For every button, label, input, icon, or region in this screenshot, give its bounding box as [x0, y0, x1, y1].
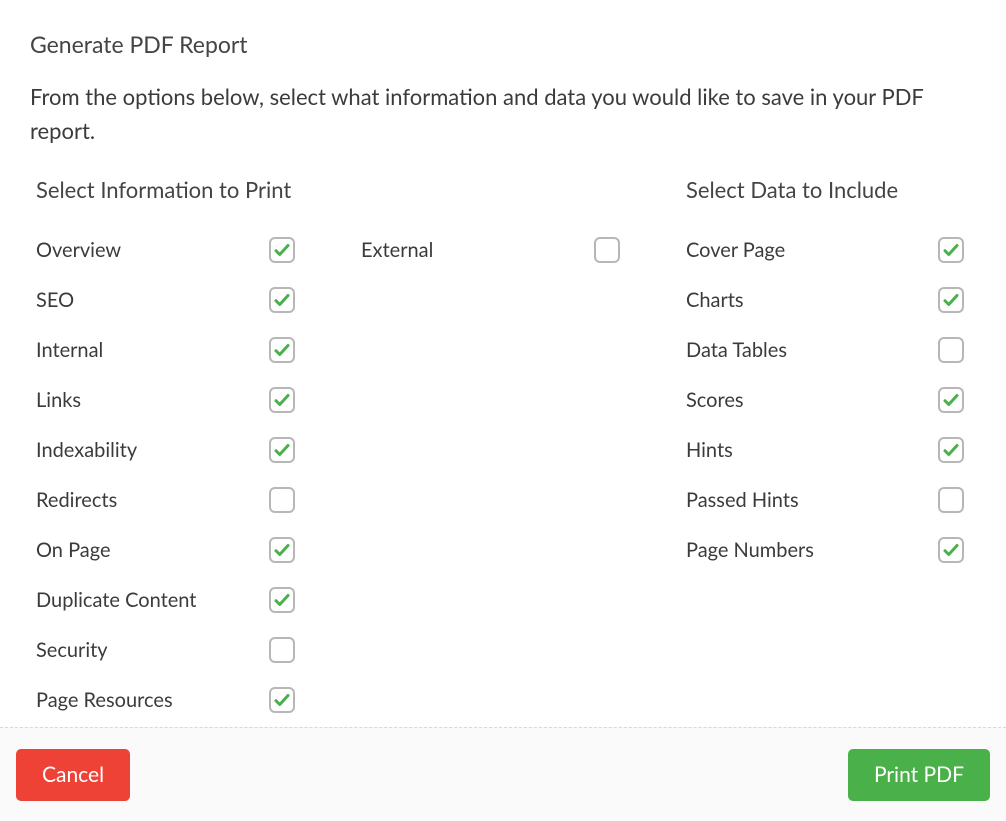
checkbox-label-seo: SEO — [36, 288, 251, 312]
checkbox-row-page-numbers: Page Numbers — [680, 525, 976, 575]
checkbox-row-links: Links — [30, 375, 355, 425]
checkbox-label-overview: Overview — [36, 238, 251, 262]
info-col2: External — [355, 225, 680, 725]
checkbox-label-internal: Internal — [36, 338, 251, 362]
checkbox-label-cover-page: Cover Page — [686, 238, 920, 262]
checkbox-label-external: External — [361, 238, 576, 262]
dialog-content: Generate PDF Report From the options bel… — [0, 0, 1006, 740]
checkbox-indexability[interactable] — [269, 437, 295, 463]
checkbox-label-data-tables: Data Tables — [686, 338, 920, 362]
checkbox-redirects[interactable] — [269, 487, 295, 513]
checkbox-row-charts: Charts — [680, 275, 976, 325]
checkbox-row-data-tables: Data Tables — [680, 325, 976, 375]
cancel-button[interactable]: Cancel — [16, 749, 130, 801]
dialog-title: Generate PDF Report — [30, 30, 976, 58]
checkbox-label-page-numbers: Page Numbers — [686, 538, 920, 562]
checkbox-overview[interactable] — [269, 237, 295, 263]
checkbox-links[interactable] — [269, 387, 295, 413]
info-column-title: Select Information to Print — [30, 176, 680, 203]
data-col: Cover Page Charts Data Tables Scores Hints Pa… — [680, 225, 976, 575]
dialog-description: From the options below, select what info… — [30, 80, 976, 148]
print-pdf-button[interactable]: Print PDF — [848, 749, 990, 801]
checkbox-scores[interactable] — [938, 387, 964, 413]
checkbox-label-indexability: Indexability — [36, 438, 251, 462]
checkbox-charts[interactable] — [938, 287, 964, 313]
checkbox-row-duplicate-content: Duplicate Content — [30, 575, 355, 625]
checkbox-internal[interactable] — [269, 337, 295, 363]
checkbox-label-scores: Scores — [686, 388, 920, 412]
checkbox-label-on-page: On Page — [36, 538, 251, 562]
checkbox-label-redirects: Redirects — [36, 488, 251, 512]
checkbox-label-hints: Hints — [686, 438, 920, 462]
checkbox-row-scores: Scores — [680, 375, 976, 425]
checkbox-row-security: Security — [30, 625, 355, 675]
checkbox-row-internal: Internal — [30, 325, 355, 375]
checkbox-external[interactable] — [594, 237, 620, 263]
info-column: Select Information to Print Overview SEO I… — [30, 176, 680, 725]
dialog-footer: Cancel Print PDF — [0, 727, 1006, 821]
data-column-title: Select Data to Include — [680, 176, 976, 203]
checkbox-hints[interactable] — [938, 437, 964, 463]
checkbox-label-page-resources: Page Resources — [36, 688, 251, 712]
checkbox-row-hints: Hints — [680, 425, 976, 475]
checkbox-label-duplicate-content: Duplicate Content — [36, 588, 251, 612]
checkbox-page-numbers[interactable] — [938, 537, 964, 563]
checkbox-page-resources[interactable] — [269, 687, 295, 713]
checkbox-label-passed-hints: Passed Hints — [686, 488, 920, 512]
columns-container: Select Information to Print Overview SEO I… — [30, 176, 976, 725]
checkbox-security[interactable] — [269, 637, 295, 663]
checkbox-row-passed-hints: Passed Hints — [680, 475, 976, 525]
checkbox-row-seo: SEO — [30, 275, 355, 325]
checkbox-row-cover-page: Cover Page — [680, 225, 976, 275]
checkbox-passed-hints[interactable] — [938, 487, 964, 513]
checkbox-row-external: External — [355, 225, 680, 275]
checkbox-row-page-resources: Page Resources — [30, 675, 355, 725]
info-checkbox-columns: Overview SEO Internal Links Indexability Redi… — [30, 225, 680, 725]
checkbox-row-indexability: Indexability — [30, 425, 355, 475]
checkbox-on-page[interactable] — [269, 537, 295, 563]
checkbox-duplicate-content[interactable] — [269, 587, 295, 613]
checkbox-row-on-page: On Page — [30, 525, 355, 575]
checkbox-label-security: Security — [36, 638, 251, 662]
checkbox-label-links: Links — [36, 388, 251, 412]
checkbox-data-tables[interactable] — [938, 337, 964, 363]
checkbox-row-redirects: Redirects — [30, 475, 355, 525]
checkbox-cover-page[interactable] — [938, 237, 964, 263]
info-col1: Overview SEO Internal Links Indexability Redi… — [30, 225, 355, 725]
checkbox-row-overview: Overview — [30, 225, 355, 275]
checkbox-seo[interactable] — [269, 287, 295, 313]
checkbox-label-charts: Charts — [686, 288, 920, 312]
data-column: Select Data to Include Cover Page Charts D… — [680, 176, 976, 725]
